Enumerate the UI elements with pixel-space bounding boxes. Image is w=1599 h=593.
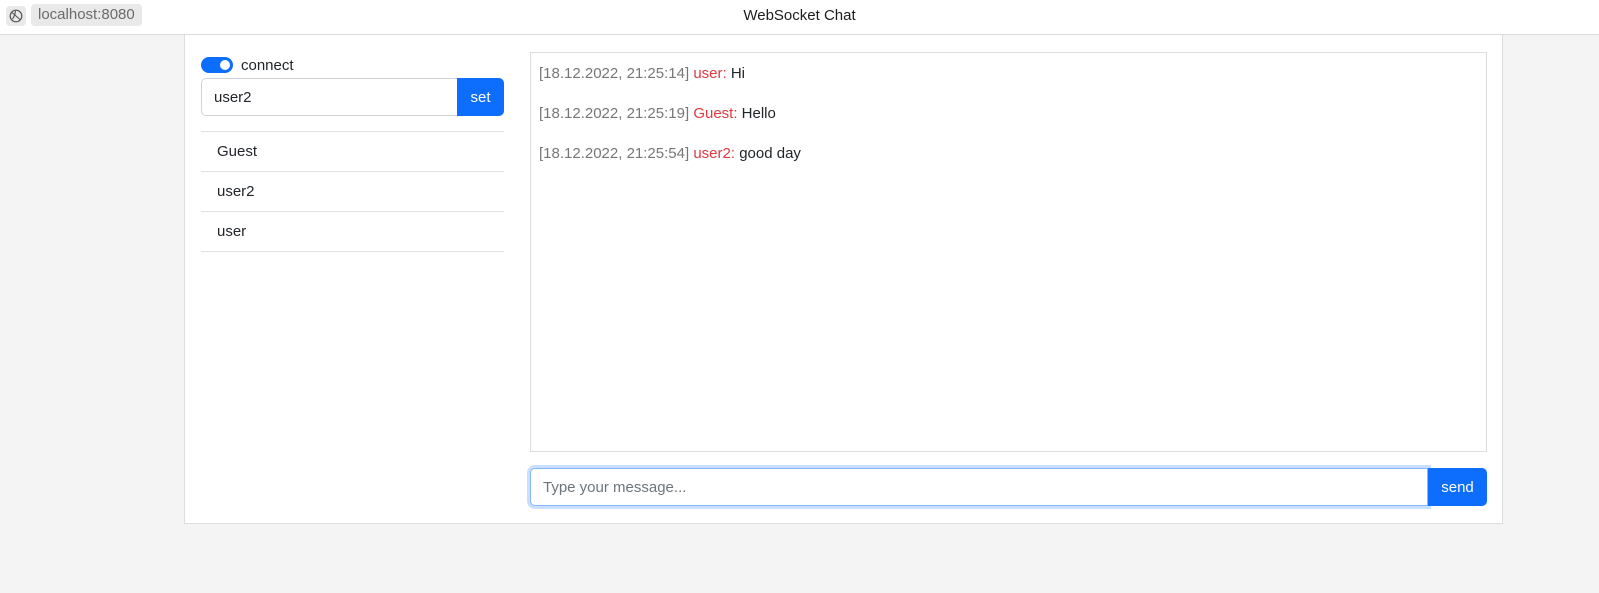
username-input[interactable] [201,78,457,116]
message-text: Hello [741,105,776,122]
connect-switch[interactable] [201,57,233,73]
message-author: user2: [693,145,736,162]
window-title: WebSocket Chat [743,7,856,24]
message-author: Guest: [693,105,738,122]
message-timestamp: [18.12.2022, 21:25:14] [539,65,690,82]
connect-label: connect [241,56,294,74]
user-list-item[interactable]: user2 [201,172,504,212]
message-timestamp: [18.12.2022, 21:25:19] [539,105,690,122]
username-group: set [201,78,504,116]
message-log[interactable]: [18.12.2022, 21:25:14] user: Hi [18.12.2… [530,52,1487,452]
message-author: user: [693,65,727,82]
send-button[interactable]: send [1428,468,1487,506]
user-list-item[interactable]: user [201,212,504,252]
switch-knob [220,60,230,70]
message-input[interactable] [530,468,1428,506]
browser-titlebar: localhost:8080 WebSocket Chat [0,0,1599,35]
message-item: [18.12.2022, 21:25:19] Guest: Hello [539,104,1478,124]
message-timestamp: [18.12.2022, 21:25:54] [539,145,690,162]
user-list-item[interactable]: Guest [201,132,504,172]
message-item: [18.12.2022, 21:25:54] user2: good day [539,144,1478,164]
user-list: Guest user2 user [201,131,504,252]
chat-card: connect set Guest user2 user [18.12.2022… [184,35,1503,524]
set-button[interactable]: set [457,78,504,116]
message-item: [18.12.2022, 21:25:14] user: Hi [539,64,1478,84]
message-compose-group: send [530,468,1487,506]
connect-toggle-row[interactable]: connect [201,55,294,75]
message-text: good day [739,145,801,162]
message-text: Hi [730,65,746,82]
